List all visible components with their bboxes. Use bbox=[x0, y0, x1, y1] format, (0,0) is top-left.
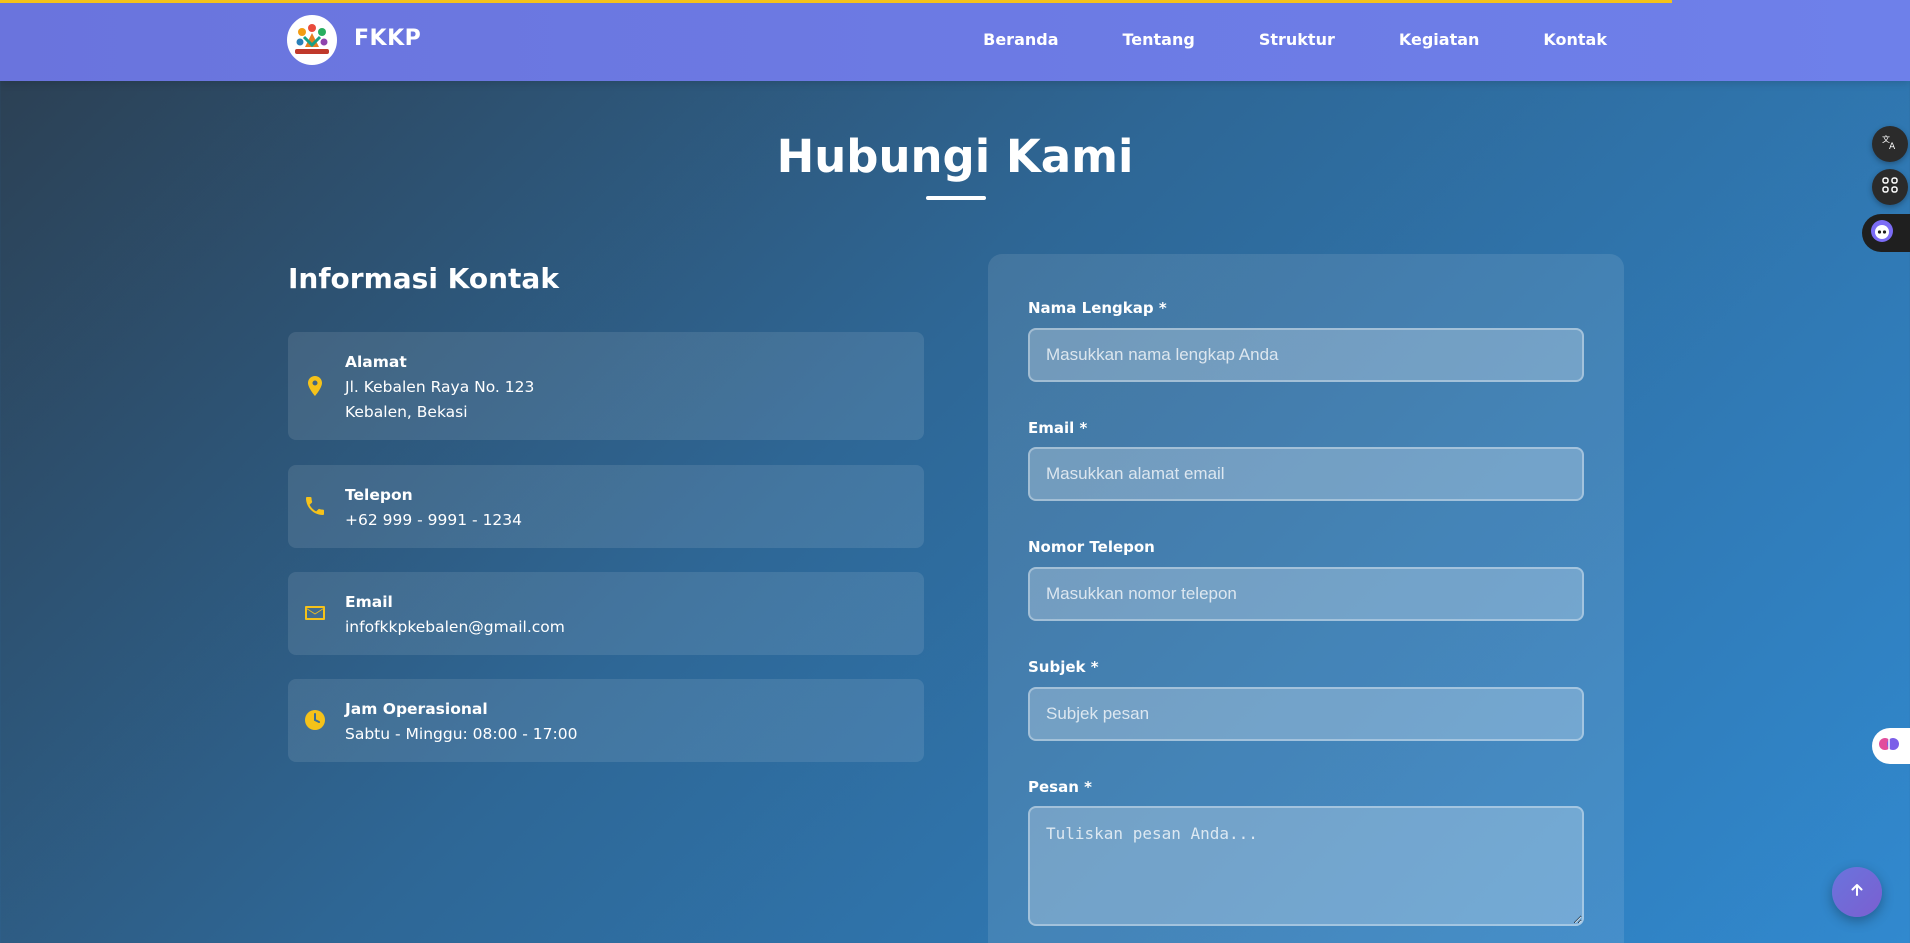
nav-link-struktur[interactable]: Struktur bbox=[1259, 30, 1335, 49]
assistant-tab[interactable] bbox=[1862, 214, 1910, 252]
title-underline bbox=[926, 196, 986, 200]
contact-card-hours: Jam Operasional Sabtu - Minggu: 08:00 - … bbox=[288, 679, 924, 762]
name-field[interactable] bbox=[1028, 328, 1584, 382]
nav-link-kontak[interactable]: Kontak bbox=[1543, 30, 1607, 49]
phone-field-label: Nomor Telepon bbox=[1028, 538, 1155, 556]
contact-card-email: Email infofkkpkebalen@gmail.com bbox=[288, 572, 924, 655]
assistant-bot-icon bbox=[1870, 219, 1894, 248]
subject-field-label: Subjek * bbox=[1028, 658, 1099, 676]
phone-icon bbox=[303, 494, 327, 518]
contact-value: Kebalen, Bekasi bbox=[345, 403, 468, 421]
scroll-progress-bar bbox=[0, 0, 1672, 3]
name-field-label: Nama Lengkap * bbox=[1028, 299, 1167, 317]
brain-widget[interactable] bbox=[1872, 728, 1910, 764]
svg-text:A: A bbox=[1889, 142, 1896, 151]
arrow-up-icon bbox=[1849, 882, 1865, 903]
contact-label: Email bbox=[345, 593, 393, 611]
subject-field[interactable] bbox=[1028, 687, 1584, 741]
contact-card-phone: Telepon +62 999 - 9991 - 1234 bbox=[288, 465, 924, 548]
contact-label: Alamat bbox=[345, 353, 407, 371]
phone-field[interactable] bbox=[1028, 567, 1584, 621]
brand-name[interactable]: FKKP bbox=[354, 26, 421, 51]
contact-value: Jl. Kebalen Raya No. 123 bbox=[345, 378, 535, 396]
apps-button[interactable] bbox=[1872, 169, 1908, 205]
fkkp-logo[interactable] bbox=[287, 15, 337, 65]
contact-form: Nama Lengkap * Email * Nomor Telepon Sub… bbox=[988, 254, 1624, 943]
top-navbar: FKKP Beranda Tentang Struktur Kegiatan K… bbox=[0, 0, 1910, 81]
scroll-to-top-button[interactable] bbox=[1832, 867, 1882, 917]
map-pin-icon bbox=[303, 374, 327, 398]
nav-link-kegiatan[interactable]: Kegiatan bbox=[1399, 30, 1480, 49]
nav-link-tentang[interactable]: Tentang bbox=[1123, 30, 1195, 49]
message-field-label: Pesan * bbox=[1028, 778, 1092, 796]
email-field[interactable] bbox=[1028, 447, 1584, 501]
email-field-label: Email * bbox=[1028, 419, 1088, 437]
envelope-icon bbox=[303, 601, 327, 625]
nav-link-beranda[interactable]: Beranda bbox=[983, 30, 1058, 49]
section-title: Hubungi Kami bbox=[776, 130, 1134, 183]
translate-icon: 文A bbox=[1881, 133, 1899, 156]
contact-label: Jam Operasional bbox=[345, 700, 488, 718]
translate-button[interactable]: 文A bbox=[1872, 126, 1908, 162]
message-field[interactable] bbox=[1028, 806, 1584, 926]
contact-value: infofkkpkebalen@gmail.com bbox=[345, 618, 565, 636]
apps-grid-icon bbox=[1881, 176, 1899, 199]
contact-label: Telepon bbox=[345, 486, 413, 504]
clock-icon bbox=[303, 708, 327, 732]
contact-info-heading: Informasi Kontak bbox=[288, 262, 559, 295]
brain-icon bbox=[1878, 733, 1900, 760]
nav-menu: Beranda Tentang Struktur Kegiatan Kontak bbox=[983, 30, 1607, 49]
contact-card-address: Alamat Jl. Kebalen Raya No. 123 Kebalen,… bbox=[288, 332, 924, 440]
contact-value: Sabtu - Minggu: 08:00 - 17:00 bbox=[345, 725, 578, 743]
contact-value: +62 999 - 9991 - 1234 bbox=[345, 511, 523, 529]
